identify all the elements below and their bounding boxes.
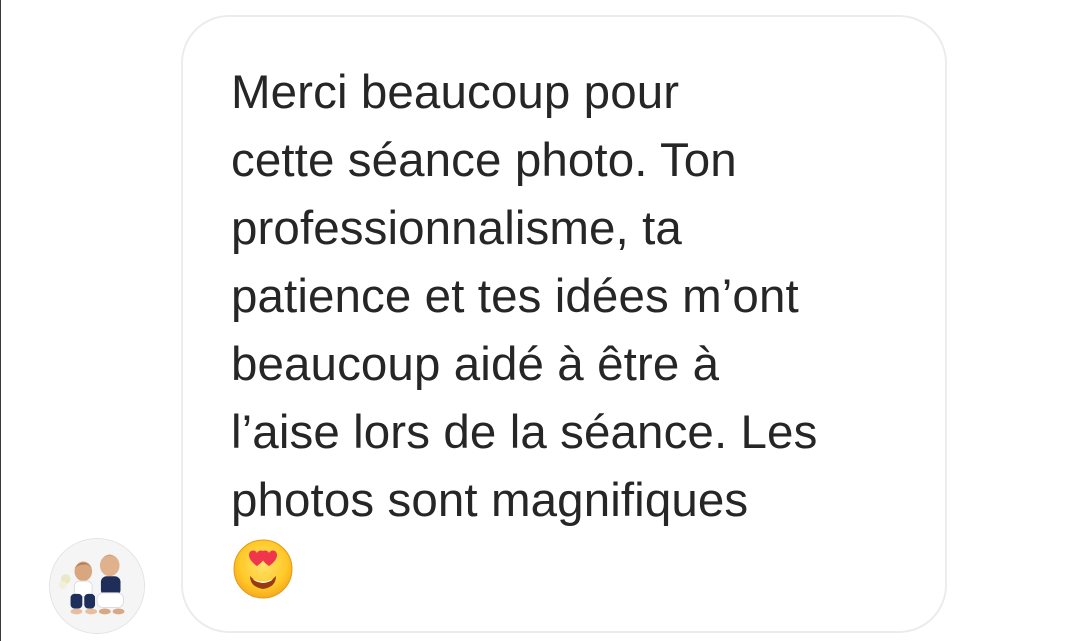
message-bubble[interactable]: Merci beaucoup pour cette séance photo. … xyxy=(181,15,947,633)
heart-eyes-emoji-icon xyxy=(233,539,293,599)
avatar-photo-icon xyxy=(50,539,144,633)
sender-avatar[interactable] xyxy=(49,538,145,634)
message-text: Merci beaucoup pour cette séance photo. … xyxy=(231,66,818,527)
message-row: Merci beaucoup pour cette séance photo. … xyxy=(0,0,1080,641)
